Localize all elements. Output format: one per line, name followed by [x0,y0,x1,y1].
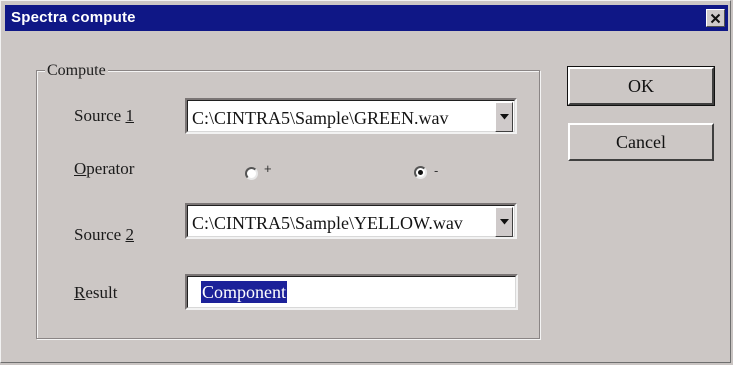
source2-label-text: Source [74,225,126,244]
close-button[interactable] [706,9,725,27]
result-label-text: esult [85,283,118,302]
result-field[interactable]: Component [185,274,518,310]
radio-selected-dot [418,170,423,175]
spectra-compute-dialog: Spectra compute Compute Source 1 C:\CINT… [0,0,731,363]
dropdown-arrow-icon [499,114,509,120]
source1-label: Source 1 [74,106,134,126]
title-bar[interactable]: Spectra compute [5,5,728,31]
source2-value: C:\CINTRA5\Sample\YELLOW.wav [192,213,463,233]
window-title: Spectra compute [11,9,136,26]
source2-label: Source 2 [74,225,134,245]
compute-group-legend: Compute [45,61,108,81]
close-icon [710,13,721,23]
result-input[interactable] [187,276,516,308]
source2-dropdown-button[interactable] [495,207,513,237]
operator-plus-label: + [264,161,272,176]
source1-value: C:\CINTRA5\Sample\GREEN.wav [192,108,449,128]
operator-label: Operator [74,159,134,179]
source1-label-mnemonic: 1 [125,106,134,125]
dropdown-arrow-icon [499,219,509,225]
operator-label-mnemonic: O [74,159,87,178]
result-label: Result [74,283,117,303]
operator-label-text: perator [86,159,135,178]
source1-label-text: Source [74,106,126,125]
source1-combobox[interactable]: C:\CINTRA5\Sample\GREEN.wav [185,98,517,134]
operator-plus-radio[interactable] [245,167,258,180]
source2-combobox[interactable]: C:\CINTRA5\Sample\YELLOW.wav [185,203,517,239]
source2-label-mnemonic: 2 [125,225,134,244]
operator-minus-radio[interactable] [414,166,427,179]
operator-minus-label: - [434,163,439,178]
cancel-button[interactable]: Cancel [568,123,714,161]
source1-dropdown-button[interactable] [495,102,513,132]
ok-button[interactable]: OK [567,66,715,106]
result-label-mnemonic: R [74,283,86,302]
